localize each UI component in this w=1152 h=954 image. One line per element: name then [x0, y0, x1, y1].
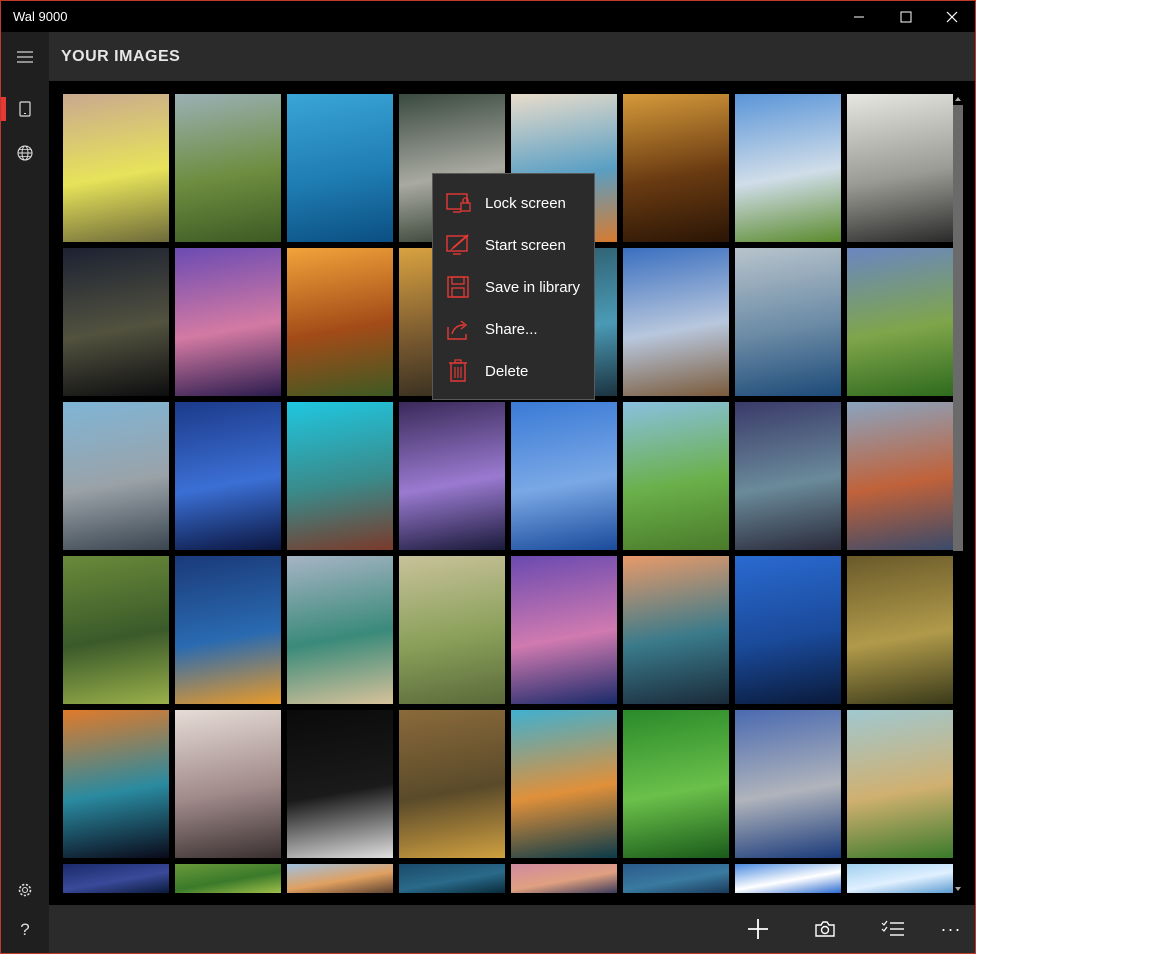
close-icon: [946, 11, 958, 22]
context-menu: Lock screen Start screen Save in library: [432, 173, 595, 400]
page-header: YOUR IMAGES: [49, 32, 975, 81]
gear-icon: [18, 883, 32, 897]
globe-icon: [17, 145, 33, 161]
image-thumbnail[interactable]: [399, 864, 505, 893]
camera-button[interactable]: [801, 905, 849, 953]
image-thumbnail[interactable]: [399, 402, 505, 550]
image-thumbnail[interactable]: [735, 402, 841, 550]
image-thumbnail[interactable]: [287, 94, 393, 242]
app-bar: ···: [49, 905, 975, 953]
camera-icon: [815, 921, 835, 937]
maximize-button[interactable]: [883, 1, 929, 32]
image-thumbnail[interactable]: [511, 710, 617, 858]
image-thumbnail[interactable]: [735, 864, 841, 893]
hamburger-icon: [17, 51, 33, 63]
image-thumbnail[interactable]: [735, 94, 841, 242]
scroll-down-icon[interactable]: [953, 885, 963, 893]
image-thumbnail[interactable]: [63, 248, 169, 396]
sidebar: ?: [1, 32, 49, 953]
more-icon: ···: [940, 918, 962, 939]
trash-icon: [449, 359, 467, 382]
nav-settings[interactable]: [1, 870, 49, 910]
image-thumbnail[interactable]: [287, 556, 393, 704]
image-thumbnail[interactable]: [175, 402, 281, 550]
image-thumbnail[interactable]: [399, 710, 505, 858]
image-thumbnail[interactable]: [399, 556, 505, 704]
menu-item-save-in-library[interactable]: Save in library: [433, 266, 594, 308]
image-thumbnail[interactable]: [623, 402, 729, 550]
image-thumbnail[interactable]: [175, 710, 281, 858]
menu-item-delete[interactable]: Delete: [433, 350, 594, 392]
menu-item-label: Lock screen: [485, 194, 566, 212]
nav-device-images[interactable]: [1, 89, 49, 129]
more-button[interactable]: ···: [927, 905, 975, 953]
image-thumbnail[interactable]: [63, 864, 169, 893]
image-thumbnail[interactable]: [175, 864, 281, 893]
checklist-icon: [881, 920, 904, 936]
image-thumbnail[interactable]: [623, 556, 729, 704]
image-thumbnail[interactable]: [287, 864, 393, 893]
scrollbar-thumb[interactable]: [953, 105, 963, 551]
plus-icon: [748, 919, 768, 939]
image-thumbnail[interactable]: [623, 864, 729, 893]
image-thumbnail[interactable]: [623, 94, 729, 242]
hamburger-menu-button[interactable]: [1, 37, 49, 77]
image-thumbnail[interactable]: [63, 556, 169, 704]
window-title: Wal 9000: [13, 9, 68, 24]
menu-item-label: Share...: [485, 320, 538, 338]
image-thumbnail[interactable]: [511, 556, 617, 704]
page-title: YOUR IMAGES: [61, 48, 181, 65]
close-button[interactable]: [929, 1, 975, 32]
image-thumbnail[interactable]: [735, 556, 841, 704]
image-thumbnail[interactable]: [63, 710, 169, 858]
phone-icon: [19, 101, 31, 117]
minimize-button[interactable]: [836, 1, 882, 32]
save-icon: [447, 276, 469, 298]
image-thumbnail[interactable]: [735, 710, 841, 858]
image-thumbnail[interactable]: [511, 864, 617, 893]
lock-screen-icon: [446, 193, 471, 213]
image-thumbnail[interactable]: [847, 556, 953, 704]
app-window: Wal 9000 ? YOUR IMAGES ··· Lock screen S…: [0, 0, 976, 954]
image-thumbnail[interactable]: [63, 402, 169, 550]
image-thumbnail[interactable]: [63, 94, 169, 242]
image-thumbnail[interactable]: [511, 402, 617, 550]
menu-item-start-screen[interactable]: Start screen: [433, 224, 594, 266]
image-thumbnail[interactable]: [847, 402, 953, 550]
menu-item-label: Start screen: [485, 236, 566, 254]
image-thumbnail[interactable]: [287, 710, 393, 858]
maximize-icon: [900, 11, 912, 22]
share-icon: [447, 320, 468, 340]
image-thumbnail[interactable]: [175, 248, 281, 396]
image-thumbnail[interactable]: [847, 710, 953, 858]
image-thumbnail[interactable]: [175, 556, 281, 704]
image-thumbnail[interactable]: [847, 864, 953, 893]
menu-item-label: Delete: [485, 362, 529, 380]
nav-online-images[interactable]: [1, 133, 49, 173]
menu-item-lock-screen[interactable]: Lock screen: [433, 182, 594, 224]
image-thumbnail[interactable]: [175, 94, 281, 242]
image-thumbnail[interactable]: [735, 248, 841, 396]
image-thumbnail[interactable]: [847, 94, 953, 242]
select-button[interactable]: [869, 905, 917, 953]
scroll-up-icon[interactable]: [953, 95, 963, 103]
menu-item-label: Save in library: [485, 278, 581, 296]
image-thumbnail[interactable]: [623, 710, 729, 858]
help-icon: ?: [20, 920, 30, 939]
menu-item-share[interactable]: Share...: [433, 308, 594, 350]
image-thumbnail[interactable]: [623, 248, 729, 396]
image-thumbnail[interactable]: [847, 248, 953, 396]
add-button[interactable]: [734, 905, 782, 953]
image-thumbnail[interactable]: [287, 402, 393, 550]
image-thumbnail[interactable]: [287, 248, 393, 396]
title-bar: Wal 9000: [1, 1, 975, 32]
nav-help[interactable]: ?: [1, 910, 49, 950]
start-screen-icon: [446, 234, 469, 255]
minimize-icon: [854, 16, 864, 17]
